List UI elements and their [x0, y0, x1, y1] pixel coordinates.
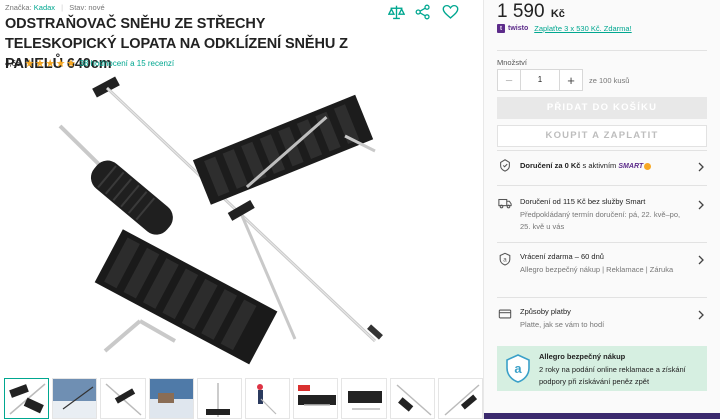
smart-badge-icon [644, 162, 652, 170]
thumbnail[interactable] [100, 378, 146, 419]
chevron-right-icon [698, 255, 704, 265]
return-icon: a [499, 252, 511, 266]
svg-text:a: a [503, 257, 507, 264]
blade-bottom [94, 229, 278, 365]
quantity-input[interactable]: 1 [521, 69, 559, 91]
delivery-title: Doručení od 115 Kč bez služby Smart [520, 197, 646, 206]
chevron-right-icon [698, 310, 704, 320]
thumbnail-strip [0, 378, 484, 419]
truck-icon [498, 198, 512, 209]
twisto-offer: t twisto Zaplaťte 3 x 530 Kč. Zdarma! [497, 24, 632, 33]
heart-icon[interactable] [441, 3, 459, 21]
buy-now-button[interactable]: KOUPIT A ZAPLATIT [497, 125, 707, 147]
price-amount: 1 590 [497, 1, 545, 22]
quantity-label: Množství [497, 58, 528, 67]
free-delivery-row[interactable]: Doručení za 0 Kč s aktivním SMART [497, 150, 707, 184]
rating-value: 4,63 [5, 59, 21, 68]
thumbnail[interactable] [52, 378, 98, 419]
quantity-plus-button[interactable]: + [559, 69, 583, 91]
twisto-brand: twisto [508, 25, 529, 32]
state-label: Stav: [69, 3, 87, 12]
compare-icon[interactable] [387, 3, 405, 21]
divider [497, 50, 707, 51]
returns-row[interactable]: a Vrácení zdarma – 60 dnů Allegro bezpečn… [497, 242, 707, 297]
brand-link[interactable]: Kadax [34, 3, 55, 12]
smart-logo: SMART [618, 163, 644, 170]
safe-purchase-title: Allegro bezpečný nákup [539, 352, 626, 361]
returns-text: Vrácení zdarma – 60 dnů Allegro bezpečný … [520, 251, 690, 276]
svg-text:a: a [514, 361, 522, 376]
returns-title: Vrácení zdarma – 60 dnů [520, 252, 604, 261]
promo-bar [484, 413, 720, 419]
payment-row[interactable]: Způsoby platby Platte, jak se vám to hodí [497, 297, 707, 339]
blade-top [192, 94, 374, 205]
thumbnail[interactable] [148, 378, 194, 419]
free-delivery-text: Doručení za 0 Kč s aktivním SMART [520, 160, 690, 174]
share-icon[interactable] [414, 3, 432, 21]
twisto-icon: t [497, 24, 505, 33]
quantity-stepper: − 1 + ze 100 kusů [497, 69, 629, 91]
rating: 4,63 ★★★★★ 38 hodnocení a 15 recenzí [5, 57, 174, 70]
rubber-grip [90, 160, 173, 235]
chevron-right-icon [698, 162, 704, 172]
free-delivery-title: Doručení za 0 Kč [520, 161, 581, 170]
thumbnail[interactable] [4, 378, 50, 419]
rating-stars: ★★★★★ [24, 58, 77, 70]
add-to-cart-button[interactable]: PŘIDAT DO KOŠÍKU [497, 97, 707, 119]
thumbnail[interactable] [341, 378, 387, 419]
thumbnail[interactable] [437, 378, 484, 419]
payment-sub: Platte, jak se vám to hodí [520, 319, 605, 329]
product-gallery-column: Značka: Kadax | Stav: nové ODSTRAŇOVAČ S… [0, 0, 484, 419]
twisto-link[interactable]: Zaplaťte 3 x 530 Kč. Zdarma! [534, 24, 631, 33]
returns-sub: Allegro bezpečný nákup | Reklamace | Zár… [520, 264, 674, 274]
thumbnail[interactable] [245, 378, 291, 419]
twisto-logo: t twisto [497, 24, 528, 33]
brand-label: Značka: [5, 3, 32, 12]
thumbnail[interactable] [389, 378, 435, 419]
payment-text: Způsoby platby Platte, jak se vám to hodí [520, 306, 690, 331]
payment-title: Způsoby platby [520, 307, 571, 316]
chevron-right-icon [698, 200, 704, 210]
shield-icon: a [506, 354, 530, 383]
safe-purchase-text: Allegro bezpečný nákup 2 roky na podání o… [539, 351, 704, 389]
product-image[interactable] [45, 76, 445, 373]
delivery-eta: Předpokládaný termín doručení: pá, 22. k… [520, 209, 681, 232]
safe-purchase-sub: 2 roky na podání online reklamace a získ… [539, 364, 686, 387]
product-meta: Značka: Kadax | Stav: nové [5, 3, 105, 12]
card-icon [498, 309, 512, 319]
buy-box: 1 590 Kč t twisto Zaplaťte 3 x 530 Kč. Zd… [484, 0, 720, 419]
price-currency: Kč [550, 8, 565, 20]
meta-divider: | [61, 3, 64, 12]
price: 1 590 Kč [497, 1, 565, 23]
quantity-minus-button[interactable]: − [497, 69, 521, 91]
state-value: nové [88, 3, 105, 12]
thumbnail[interactable] [293, 378, 339, 419]
truck-icon [500, 159, 510, 172]
safe-purchase-banner[interactable]: a Allegro bezpečný nákup 2 roky na podání… [497, 346, 707, 391]
pole-grip-mid [227, 200, 255, 221]
stock-count: ze 100 kusů [589, 75, 630, 85]
free-delivery-suffix: s aktivním [582, 161, 617, 170]
product-actions [387, 3, 459, 21]
thumbnail[interactable] [196, 378, 243, 419]
reviews-link[interactable]: 38 hodnocení a 15 recenzí [79, 59, 174, 68]
delivery-row[interactable]: Doručení od 115 Kč bez služby Smart Předp… [497, 185, 707, 242]
delivery-text: Doručení od 115 Kč bez služby Smart Předp… [520, 196, 690, 234]
